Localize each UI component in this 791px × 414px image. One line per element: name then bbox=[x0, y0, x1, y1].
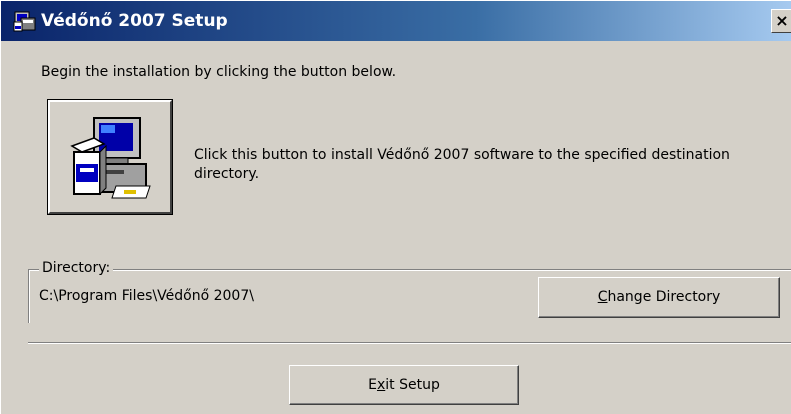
directory-path: C:\Program Files\Védőnő 2007\ bbox=[39, 288, 254, 304]
exit-label-end: it Setup bbox=[385, 377, 440, 393]
change-directory-label: hange Directory bbox=[607, 289, 721, 305]
exit-setup-button[interactable]: Exit Setup bbox=[289, 365, 519, 405]
install-computer-icon bbox=[70, 117, 151, 199]
exit-label-start: E bbox=[368, 377, 377, 393]
intro-text: Begin the installation by clicking the b… bbox=[41, 64, 397, 80]
setup-window: Védőnő 2007 Setup × Begin the installati… bbox=[0, 0, 791, 414]
close-icon: × bbox=[775, 11, 789, 30]
install-button[interactable] bbox=[47, 99, 173, 215]
install-description: Click this button to install Védőnő 2007… bbox=[194, 147, 730, 182]
window-title: Védőnő 2007 Setup bbox=[41, 11, 228, 31]
close-button[interactable]: × bbox=[771, 9, 791, 33]
separator bbox=[28, 342, 791, 344]
directory-label: Directory: bbox=[39, 260, 114, 276]
change-directory-button[interactable]: Change Directory bbox=[538, 277, 780, 318]
setup-app-icon bbox=[13, 11, 36, 32]
title-bar[interactable]: Védőnő 2007 Setup × bbox=[1, 1, 791, 41]
